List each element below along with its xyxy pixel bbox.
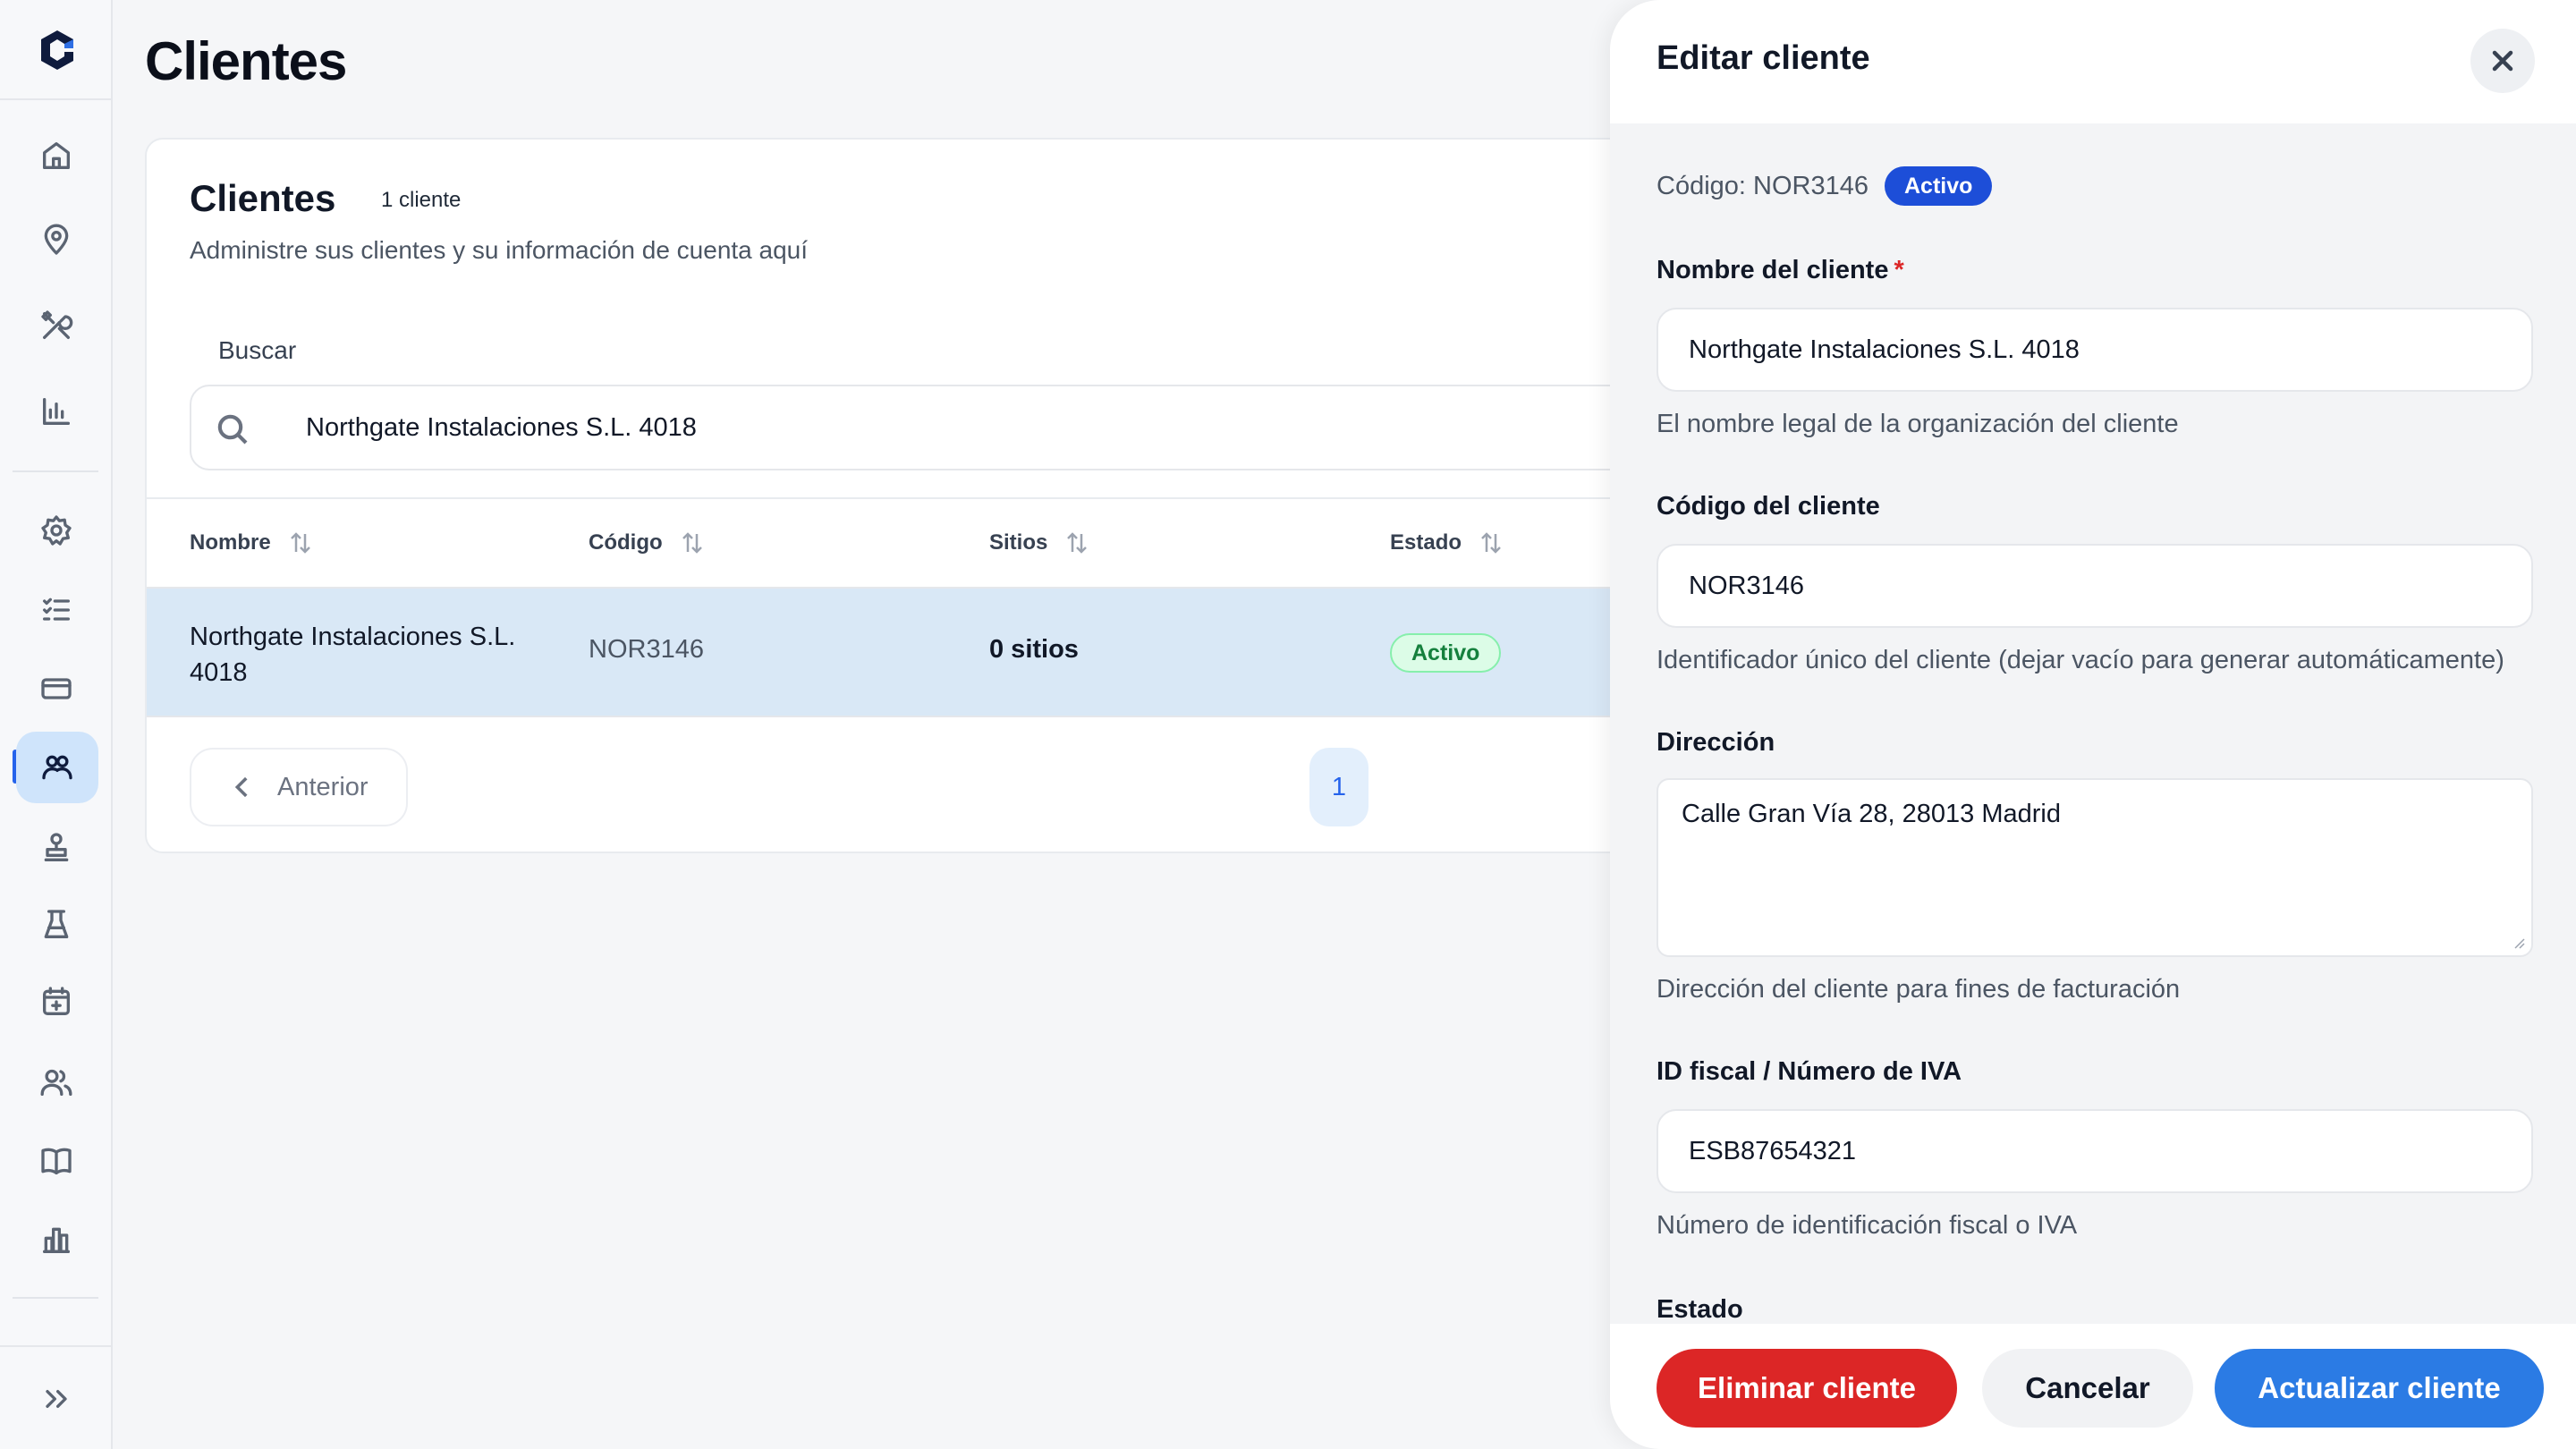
chevron-left-icon xyxy=(234,776,248,798)
search-icon xyxy=(217,414,248,445)
sidebar-item-settings[interactable] xyxy=(30,504,83,557)
sidebar-divider xyxy=(0,98,113,100)
credit-card-icon xyxy=(41,678,72,699)
search-input[interactable]: Northgate Instalaciones S.L. 4018 xyxy=(190,385,1843,470)
chevrons-right-icon xyxy=(46,1390,67,1408)
sidebar-divider xyxy=(0,1345,113,1347)
checklist-icon xyxy=(43,597,71,621)
sidebar-item-approvals[interactable] xyxy=(30,821,83,875)
client-name-cell: Northgate Instalaciones S.L. 4018 xyxy=(190,623,516,687)
settings-icon xyxy=(41,515,72,546)
page-title: Clientes xyxy=(145,31,347,91)
address-value: Calle Gran Vía 28, 28013 Madrid xyxy=(1682,800,2061,828)
home-icon xyxy=(43,142,71,169)
tools-icon xyxy=(41,310,73,339)
sidebar-item-analytics[interactable] xyxy=(30,1213,83,1267)
status-badge: Activo xyxy=(1390,633,1502,673)
table-divider xyxy=(147,497,1843,499)
sort-icon xyxy=(682,532,702,554)
sidebar-item-reports[interactable] xyxy=(30,385,83,438)
delete-client-button[interactable]: Eliminar cliente xyxy=(1657,1349,1957,1428)
name-field-label: Nombre del cliente * xyxy=(1657,256,1904,285)
search-label: Buscar xyxy=(218,336,297,364)
drawer-title: Editar cliente xyxy=(1657,39,1870,77)
sidebar-expand-button[interactable] xyxy=(30,1372,83,1426)
book-icon xyxy=(41,1148,72,1174)
required-mark: * xyxy=(1894,256,1904,284)
sidebar-item-tools[interactable] xyxy=(30,299,83,352)
sidebar-item-docs[interactable] xyxy=(30,1134,83,1188)
sidebar-item-clients[interactable] xyxy=(16,732,98,803)
column-label: Sitios xyxy=(989,530,1048,555)
previous-page-button[interactable]: Anterior xyxy=(190,748,408,826)
resize-handle-icon[interactable] xyxy=(2512,936,2526,950)
sidebar-item-lab[interactable] xyxy=(30,898,83,952)
status-field-label: Estado xyxy=(1657,1295,1743,1324)
column-label: Estado xyxy=(1390,530,1462,555)
app-logo-icon[interactable] xyxy=(32,25,82,75)
sort-icon xyxy=(290,532,310,554)
building-chart-icon xyxy=(43,1227,71,1253)
label-text: Nombre del cliente xyxy=(1657,256,1889,284)
column-header-name[interactable]: Nombre xyxy=(190,530,314,556)
map-pin-icon xyxy=(44,224,69,255)
stamp-icon xyxy=(44,833,69,861)
address-field-label: Dirección xyxy=(1657,728,1775,757)
page-number-button[interactable]: 1 xyxy=(1309,748,1368,826)
cancel-button[interactable]: Cancelar xyxy=(1982,1349,2193,1428)
sort-icon xyxy=(1481,532,1501,554)
address-textarea[interactable]: Calle Gran Vía 28, 28013 Madrid xyxy=(1657,778,2533,957)
column-header-sites[interactable]: Sitios xyxy=(989,530,1090,556)
client-code-line: Código: NOR3146 Activo xyxy=(1657,166,1993,206)
client-code-input[interactable]: NOR3146 xyxy=(1657,544,2533,628)
code-help-text: Identificador único del cliente (dejar v… xyxy=(1657,646,2504,674)
clients-icon xyxy=(42,755,72,780)
sidebar-divider xyxy=(13,1297,98,1299)
sidebar-item-tasks[interactable] xyxy=(30,583,83,637)
client-name-input[interactable]: Northgate Instalaciones S.L. 4018 xyxy=(1657,308,2533,392)
column-label: Nombre xyxy=(190,530,271,555)
calendar-icon xyxy=(43,987,71,1015)
update-client-button[interactable]: Actualizar cliente xyxy=(2215,1349,2544,1428)
edit-client-drawer: Editar cliente Código: NOR3146 Activo No… xyxy=(1610,0,2576,1449)
tax-id-input[interactable]: ESB87654321 xyxy=(1657,1109,2533,1193)
close-icon xyxy=(2492,50,2513,72)
status-badge: Activo xyxy=(1884,166,1993,206)
users-icon xyxy=(40,1069,72,1096)
card-subtitle: Administre sus clientes y su información… xyxy=(190,236,809,264)
clients-card: Clientes 1 cliente Administre sus client… xyxy=(145,138,1844,853)
address-help-text: Dirección del cliente para fines de fact… xyxy=(1657,975,2181,1004)
column-header-status[interactable]: Estado xyxy=(1390,530,1504,556)
sidebar-divider xyxy=(13,470,98,472)
sidebar-item-users[interactable] xyxy=(30,1055,83,1109)
column-header-code[interactable]: Código xyxy=(589,530,706,556)
client-sites-cell: 0 sitios xyxy=(989,635,1079,664)
drawer-header: Editar cliente xyxy=(1610,0,2576,123)
card-title: Clientes xyxy=(190,177,336,219)
bar-chart-icon xyxy=(43,398,71,425)
search-value[interactable]: Northgate Instalaciones S.L. 4018 xyxy=(306,413,697,443)
sidebar-item-home[interactable] xyxy=(30,129,83,182)
previous-label: Anterior xyxy=(277,772,369,801)
client-code-text: Código: NOR3146 xyxy=(1657,171,1868,200)
client-code-cell: NOR3146 xyxy=(589,635,704,664)
sort-icon xyxy=(1067,532,1088,554)
sidebar-item-locations[interactable] xyxy=(30,213,83,267)
sidebar-item-billing[interactable] xyxy=(30,662,83,716)
close-button[interactable] xyxy=(2470,29,2535,93)
drawer-scrollbar[interactable] xyxy=(2565,0,2576,1449)
name-help-text: El nombre legal de la organización del c… xyxy=(1657,410,2179,438)
tax-id-field-label: ID fiscal / Número de IVA xyxy=(1657,1057,1962,1086)
flask-icon xyxy=(44,910,69,938)
sidebar-item-calendar[interactable] xyxy=(30,975,83,1029)
client-count-badge: 1 cliente xyxy=(376,186,467,215)
sidebar xyxy=(0,0,113,1449)
column-label: Código xyxy=(589,530,663,555)
code-field-label: Código del cliente xyxy=(1657,492,1880,521)
drawer-footer: Eliminar cliente Cancelar Actualizar cli… xyxy=(1610,1324,2576,1449)
table-row[interactable]: Northgate Instalaciones S.L. 4018 NOR314… xyxy=(147,587,1843,717)
tax-id-help-text: Número de identificación fiscal o IVA xyxy=(1657,1211,2078,1240)
